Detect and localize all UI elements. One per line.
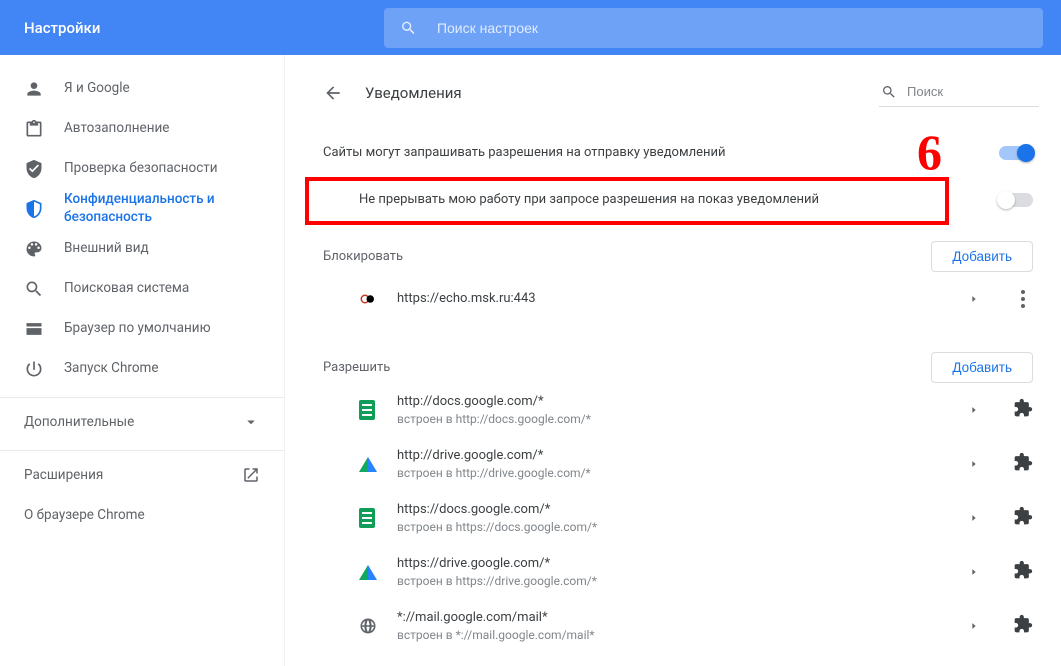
section-allow-title: Разрешить [323,360,931,375]
sidebar-about-link[interactable]: О браузере Chrome [0,495,284,535]
toggle-sites-can-ask[interactable] [999,146,1033,160]
site-favicon [359,617,397,635]
site-url: https://docs.google.com/* [397,501,969,519]
search-icon [881,84,897,100]
section-allow: Разрешить Добавить [323,352,1039,383]
sidebar-item-label: Автозаполнение [64,120,169,138]
add-allow-button[interactable]: Добавить [931,352,1033,383]
allowed-site-row[interactable]: *://mail.google.com/mail*встроен в *://m… [323,599,1039,653]
page-title: Уведомления [365,84,462,102]
sidebar-item-autofill[interactable]: Автозаполнение [0,109,272,149]
globe-icon [359,617,377,635]
sidebar-item-label: Проверка безопасности [64,160,218,178]
annotation-highlight-box [305,177,949,225]
site-menu-button[interactable] [1013,290,1033,308]
shield-check-icon [24,159,64,179]
site-url: http://drive.google.com/* [397,447,969,465]
site-subtext: встроен в http://drive.google.com/* [397,465,969,482]
search-icon [400,19,417,37]
sidebar-item-privacy-security[interactable]: Конфиденциальность и безопасность [0,189,272,229]
site-url: *://mail.google.com/mail* [397,609,969,627]
sidebar-item-appearance[interactable]: Внешний вид [0,229,272,269]
chevron-right-icon[interactable] [969,403,979,417]
google-docs-icon [359,400,375,420]
extension-icon[interactable] [1013,398,1033,422]
annotation-number: 6 [917,123,942,181]
chevron-right-icon[interactable] [969,292,979,306]
content: Уведомления 6 Сайты могут запрашивать ра… [285,55,1061,666]
arrow-back-icon [323,83,343,103]
site-url: https://echo.msk.ru:443 [397,290,969,308]
section-block: Блокировать Добавить [323,241,1039,272]
divider [0,450,284,451]
site-favicon [359,457,397,472]
site-subtext: встроен в https://drive.google.com/* [397,573,969,590]
settings-search-bar[interactable] [384,8,1043,48]
section-block-title: Блокировать [323,249,931,264]
sidebar-extensions-link[interactable]: Расширения [0,455,284,495]
site-url: http://docs.google.com/* [397,393,969,411]
sidebar-item-label: Запуск Chrome [64,360,159,378]
google-docs-icon [359,508,375,528]
toggle-quiet-mode[interactable] [999,193,1033,207]
person-icon [24,79,64,99]
site-favicon [359,508,397,528]
extension-icon[interactable] [1013,614,1033,638]
allowed-site-row[interactable]: https://docs.google.com/*встроен в https… [323,491,1039,545]
chevron-right-icon[interactable] [969,565,979,579]
sidebar-item-label: Браузер по умолчанию [64,320,211,338]
blocked-site-row[interactable]: https://echo.msk.ru:443 [323,272,1039,326]
sidebar-item-default-browser[interactable]: Браузер по умолчанию [0,309,272,349]
chevron-right-icon[interactable] [969,457,979,471]
sidebar-advanced-label: Дополнительные [24,414,134,430]
extension-icon[interactable] [1013,506,1033,530]
clipboard-icon [24,119,64,139]
app-title: Настройки [0,19,384,37]
google-drive-icon [359,457,377,472]
app-header: Настройки [0,0,1061,55]
content-header: Уведомления [323,79,1039,107]
site-favicon [359,400,397,420]
search-icon [24,279,64,299]
browser-icon [24,319,64,339]
google-drive-icon [359,565,377,580]
allowed-site-row[interactable]: http://docs.google.com/*встроен в http:/… [323,383,1039,437]
extension-icon[interactable] [1013,452,1033,476]
palette-icon [24,239,64,259]
add-block-button[interactable]: Добавить [931,241,1033,272]
site-url: https://drive.google.com/* [397,555,969,573]
back-button[interactable] [323,83,343,103]
chevron-right-icon[interactable] [969,619,979,633]
divider [0,397,284,398]
shield-icon [24,199,64,219]
power-icon [24,359,64,379]
sidebar-extensions-label: Расширения [24,467,103,483]
sidebar-item-label: Я и Google [64,80,130,98]
sidebar: Я и Google Автозаполнение Проверка безоп… [0,55,285,666]
site-subtext: встроен в *://mail.google.com/mail* [397,627,969,644]
settings-search-input[interactable] [437,20,1027,36]
sidebar-item-on-startup[interactable]: Запуск Chrome [0,349,272,389]
site-favicon [359,565,397,580]
sidebar-item-you-and-google[interactable]: Я и Google [0,69,272,109]
site-subtext: встроен в https://docs.google.com/* [397,519,969,536]
setting-label: Сайты могут запрашивать разрешения на от… [323,145,999,160]
site-subtext: встроен в http://docs.google.com/* [397,411,969,428]
allowed-site-row[interactable]: http://drive.google.com/*встроен в http:… [323,437,1039,491]
page-search-input[interactable] [907,84,1027,99]
sidebar-about-label: О браузере Chrome [24,507,145,523]
chevron-right-icon[interactable] [969,511,979,525]
site-favicon-echo [359,290,397,308]
sidebar-advanced-toggle[interactable]: Дополнительные [0,402,284,442]
extension-icon[interactable] [1013,560,1033,584]
page-search[interactable] [879,79,1039,107]
allowed-site-row[interactable]: https://drive.google.com/*встроен в http… [323,545,1039,599]
sidebar-item-safety-check[interactable]: Проверка безопасности [0,149,272,189]
sidebar-item-search-engine[interactable]: Поисковая система [0,269,272,309]
sidebar-item-label: Внешний вид [64,240,149,258]
open-in-new-icon [242,466,260,484]
chevron-down-icon [242,413,260,431]
sidebar-item-label: Поисковая система [64,280,189,298]
sidebar-item-label: Конфиденциальность и безопасность [64,191,234,226]
